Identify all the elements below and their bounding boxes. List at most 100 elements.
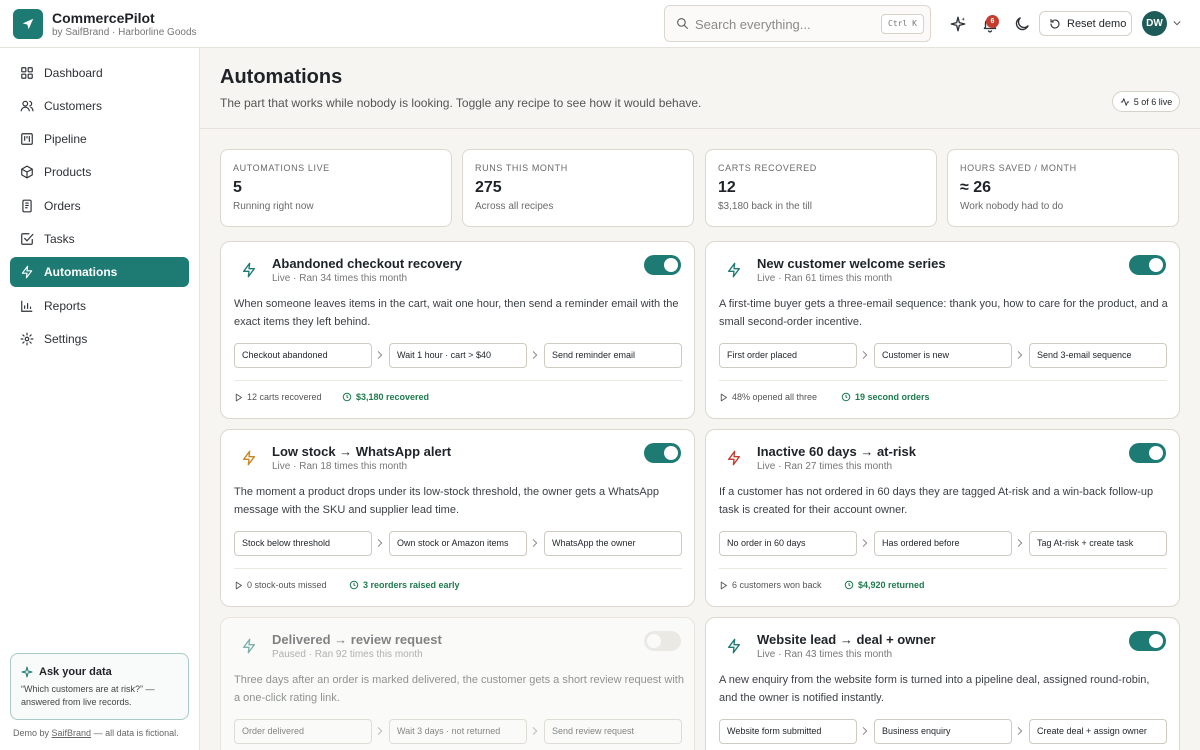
sidebar-item-label: Reports	[44, 299, 87, 313]
sidebar-item-automations[interactable]: Automations	[10, 257, 189, 287]
automation-description: A first-time buyer gets a three-email se…	[719, 298, 1168, 328]
stat-label: Carts recovered	[718, 163, 817, 173]
page-title: Automations	[220, 66, 343, 88]
play-icon	[720, 393, 727, 401]
chevron-down-icon[interactable]	[1172, 18, 1182, 28]
automation-stat-result-label: $4,920 returned	[858, 580, 925, 590]
chevron-right-icon	[1017, 727, 1023, 735]
automation-stat-result: $3,180 recovered	[342, 392, 429, 402]
navigation-arrow-icon	[22, 18, 34, 30]
kanban-icon	[21, 133, 33, 145]
search-box[interactable]: Search everything... Ctrl K	[664, 5, 931, 42]
automation-step: Customer is new	[874, 343, 1012, 368]
automation-step: Has ordered before	[874, 531, 1012, 556]
automation-title: Inactive 60 days → at-risk	[757, 444, 916, 459]
document-icon	[22, 199, 32, 213]
automation-stat-result: 19 second orders	[841, 392, 930, 402]
automation-stat-result-label: $3,180 recovered	[356, 392, 430, 402]
stat-value: 5	[233, 179, 242, 196]
stat-label: Hours saved / month	[960, 163, 1077, 173]
bolt-icon	[21, 265, 33, 279]
play-icon	[235, 393, 242, 401]
user-avatar[interactable]: DW	[1142, 11, 1167, 36]
automation-toggle[interactable]	[1129, 443, 1166, 463]
sidebar-item-products[interactable]: Products	[10, 157, 189, 187]
sidebar-item-label: Tasks	[44, 232, 75, 246]
automation-meta: Live · Ran 18 times this month	[272, 461, 408, 472]
automation-step: Send 3-email sequence	[1029, 343, 1167, 368]
brand-title: CommercePilot	[52, 10, 155, 26]
automation-toggle[interactable]	[1129, 255, 1166, 275]
stat-label: Automations live	[233, 163, 330, 173]
automation-meta: Live · Ran 27 times this month	[757, 461, 893, 472]
automation-stat-runs: 12 carts recovered	[234, 392, 322, 402]
automation-step: Tag At-risk + create task	[1029, 531, 1167, 556]
ask-your-data-card[interactable]: Ask your data “Which customers are at ri…	[10, 653, 189, 720]
automation-description: If a customer has not ordered in 60 days…	[719, 486, 1154, 516]
stat-label: Runs this month	[475, 163, 568, 173]
automation-step: WhatsApp the owner	[544, 531, 682, 556]
sparkle-icon[interactable]	[949, 15, 967, 33]
grid-icon	[21, 67, 33, 79]
reset-demo-button[interactable]: Reset demo	[1039, 11, 1132, 36]
chevron-right-icon	[377, 539, 383, 547]
bolt-icon	[243, 450, 255, 466]
chevron-right-icon	[377, 351, 383, 359]
automation-meta: Live · Ran 61 times this month	[757, 273, 893, 284]
chevron-right-icon	[1017, 539, 1023, 547]
demo-footnote-brand[interactable]: SaifBrand	[52, 728, 92, 738]
sidebar-item-pipeline[interactable]: Pipeline	[10, 124, 189, 154]
automation-toggle[interactable]	[1129, 631, 1166, 651]
automation-card: Abandoned checkout recovery Live · Ran 3…	[220, 241, 695, 419]
automation-description: Three days after an order is marked deli…	[234, 674, 684, 704]
chevron-right-icon	[532, 351, 538, 359]
automation-card: Delivered → review request Paused · Ran …	[220, 617, 695, 750]
automation-step: Own stock or Amazon items	[389, 531, 527, 556]
app-logo[interactable]	[13, 9, 43, 39]
activity-icon	[1120, 97, 1129, 106]
page-subtitle: The part that works while nobody is look…	[220, 96, 702, 110]
bolt-icon	[243, 638, 255, 654]
stat-card-carts-recovered: Carts recovered 12 $3,180 back in the ti…	[705, 149, 937, 227]
brand-subtitle: by SaifBrand · Harborline Goods	[52, 27, 197, 38]
sidebar-item-tasks[interactable]: Tasks	[10, 224, 189, 254]
automation-card: Inactive 60 days → at-risk Live · Ran 27…	[705, 429, 1180, 607]
chevron-right-icon	[862, 539, 868, 547]
automation-toggle[interactable]	[644, 631, 681, 651]
automation-stat-runs: 48% opened all three	[719, 392, 817, 402]
automation-toggle[interactable]	[644, 443, 681, 463]
checkbox-icon	[21, 233, 34, 245]
sidebar-item-settings[interactable]: Settings	[10, 324, 189, 354]
card-divider	[234, 568, 682, 569]
automation-title: Website lead → deal + owner	[757, 632, 936, 647]
ask-title: Ask your data	[21, 666, 178, 678]
stat-note: $3,180 back in the till	[718, 201, 812, 212]
automation-step: Checkout abandoned	[234, 343, 372, 368]
demo-footnote-suffix: — all data is fictional.	[93, 728, 179, 738]
automation-toggle[interactable]	[644, 255, 681, 275]
stat-card-hours-saved: Hours saved / month ≈ 26 Work nobody had…	[947, 149, 1179, 227]
stat-note: Running right now	[233, 201, 314, 212]
automation-card: New customer welcome series Live · Ran 6…	[705, 241, 1180, 419]
automation-card: Low stock → WhatsApp alert Live · Ran 18…	[220, 429, 695, 607]
sidebar-item-dashboard[interactable]: Dashboard	[10, 58, 189, 88]
automation-stat-runs-label: 12 carts recovered	[247, 392, 322, 402]
automation-step: Order delivered	[234, 719, 372, 744]
automation-stat-result: $4,920 returned	[844, 580, 925, 590]
automation-step: Website form submitted	[719, 719, 857, 744]
automation-meta: Paused · Ran 92 times this month	[272, 649, 423, 660]
automation-stat-result: 3 reorders raised early	[349, 580, 460, 590]
top-bar: CommercePilot by SaifBrand · Harborline …	[0, 0, 1200, 48]
automation-title: Abandoned checkout recovery	[272, 256, 462, 271]
moon-icon[interactable]	[1013, 15, 1031, 33]
sidebar-item-label: Settings	[44, 332, 88, 346]
sidebar-item-label: Customers	[44, 99, 103, 113]
ask-title-label: Ask your data	[39, 666, 112, 678]
sidebar-item-orders[interactable]: Orders	[10, 191, 189, 221]
sidebar-item-reports[interactable]: Reports	[10, 291, 189, 321]
automation-stat-runs-label: 0 stock-outs missed	[247, 580, 327, 590]
search-input[interactable]: Search everything...	[695, 17, 811, 32]
sidebar-item-customers[interactable]: Customers	[10, 91, 189, 121]
stat-value: ≈ 26	[960, 179, 992, 196]
automation-step: No order in 60 days	[719, 531, 857, 556]
